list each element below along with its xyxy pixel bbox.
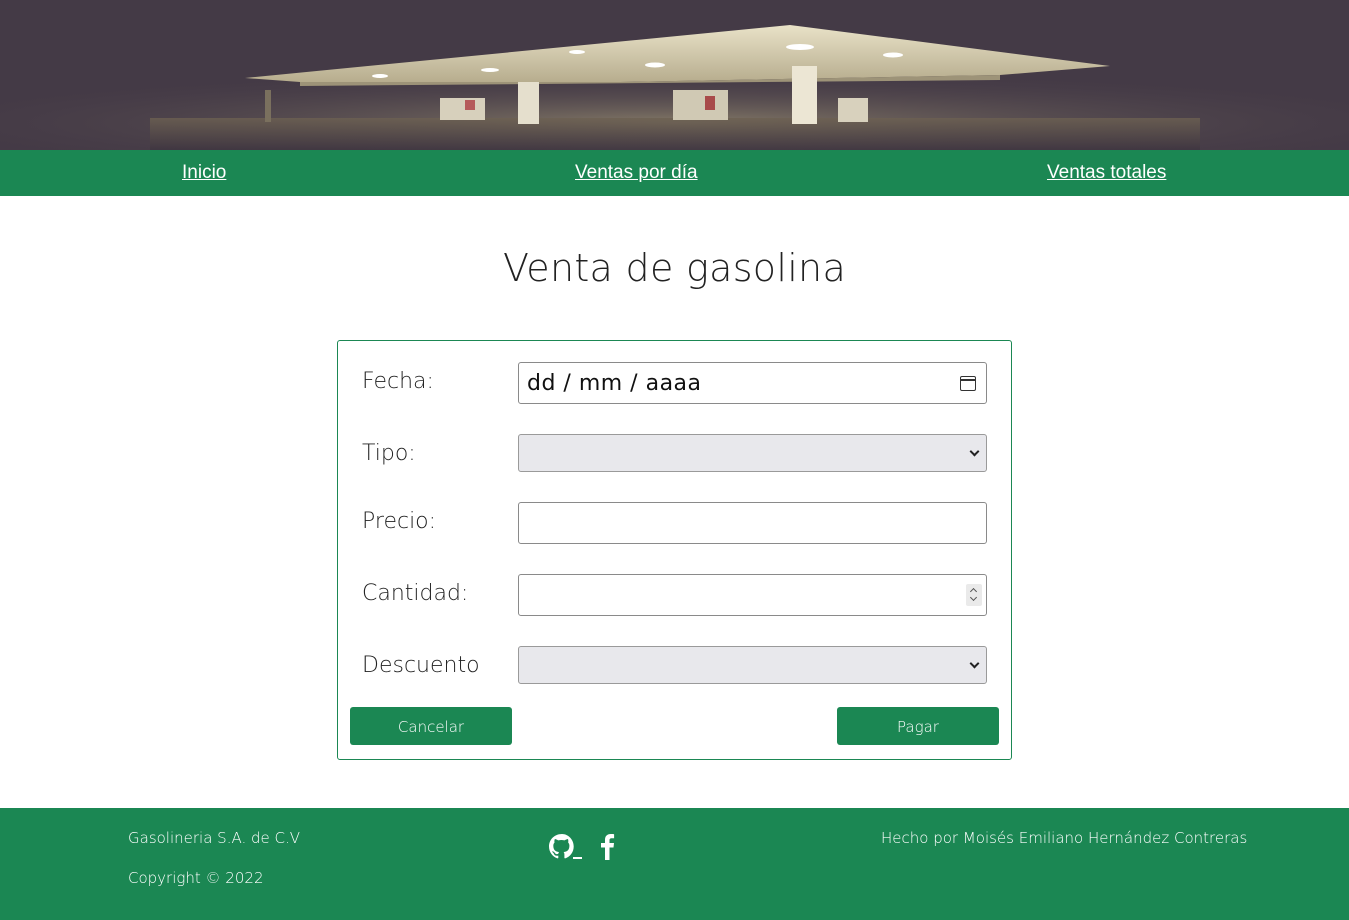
cantidad-label: Cantidad: [362,581,469,606]
fecha-label: Fecha: [362,369,434,394]
fecha-date-input[interactable]: dd / mm / aaaa [518,362,987,404]
footer-author: Hecho por Moisés Emiliano Hernández Cont… [881,829,1248,847]
tipo-label: Tipo: [362,441,416,466]
nav-link-ventas-totales[interactable]: Ventas totales [1047,162,1166,184]
footer-copyright: Copyright © 2022 [128,869,264,887]
descuento-select[interactable] [518,646,987,684]
sale-form: Fecha: dd / mm / aaaa Tipo: Precio: Cant… [337,340,1012,760]
tipo-select[interactable] [518,434,987,472]
calendar-icon[interactable] [960,376,976,391]
facebook-icon[interactable] [597,832,617,866]
nav-link-inicio[interactable]: Inicio [182,162,226,184]
chevron-down-icon [969,658,980,669]
fecha-value: dd / mm / aaaa [527,371,702,396]
cantidad-number-input[interactable] [518,574,987,616]
nav-link-ventas-por-dia[interactable]: Ventas por día [575,162,698,184]
footer: Gasolineria S.A. de C.V Copyright © 2022… [0,808,1349,920]
main-nav: Inicio Ventas por día Ventas totales [0,150,1349,196]
spinner-icon[interactable] [966,584,982,606]
footer-company: Gasolineria S.A. de C.V [128,829,301,847]
chevron-down-icon [969,446,980,457]
descuento-label: Descuento [362,653,480,678]
header-banner-image [0,0,1349,150]
precio-label: Precio: [362,509,437,534]
pay-button[interactable]: Pagar [837,707,999,745]
page-title: Venta de gasolina [502,246,847,290]
github-icon[interactable] [548,832,582,866]
precio-input[interactable] [518,502,987,544]
cancel-button[interactable]: Cancelar [350,707,512,745]
